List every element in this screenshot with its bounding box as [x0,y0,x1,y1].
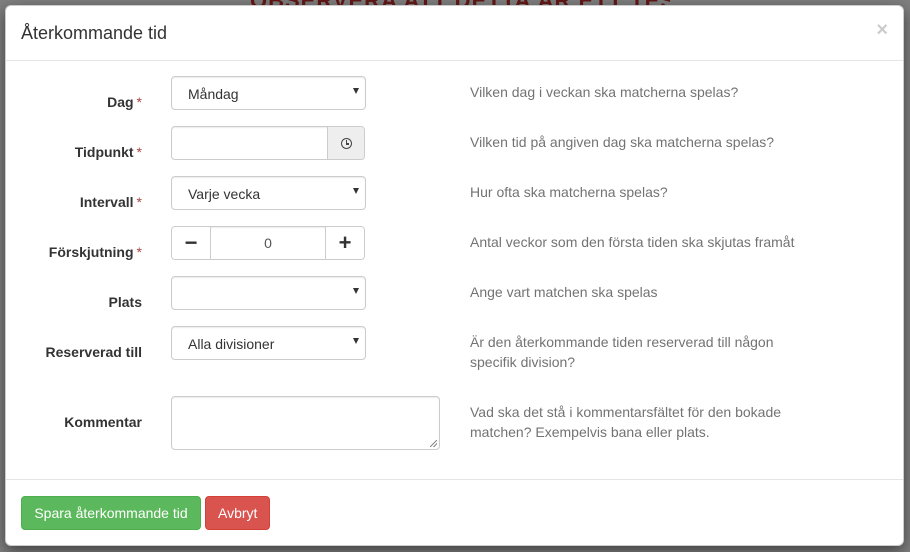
dag-select-value: Måndag [188,86,239,102]
intervall-help: Hur ofta ska matcherna spelas? [470,184,668,200]
tidpunkt-label: Tidpunkt * [6,142,142,162]
save-recurring-time-button[interactable]: Spara återkommande tid [21,496,201,530]
decrement-button[interactable]: − [172,227,211,259]
kommentar-textarea[interactable] [171,396,440,450]
intervall-label: Intervall * [6,192,142,212]
dag-label-text: Dag [107,94,134,110]
reserverad-select[interactable]: Alla divisioner [171,326,366,360]
required-marker: * [136,94,142,110]
plats-label: Plats [108,294,142,310]
required-marker: * [136,244,142,260]
plats-help: Ange vart matchen ska spelas [470,284,658,300]
dag-select[interactable]: Måndag [171,76,366,110]
intervall-label-text: Intervall [79,194,134,210]
caret-down-icon [353,88,359,94]
kommentar-help: Vad ska det stå i kommentarsfältet för d… [470,404,782,440]
caret-down-icon [353,188,359,194]
tidpunkt-input-group [171,126,365,160]
cancel-button[interactable]: Avbryt [205,496,270,530]
modal-footer: Spara återkommande tid Avbryt [6,479,903,545]
kommentar-label: Kommentar [64,414,142,430]
dag-label: Dag * [6,92,142,112]
reserverad-help: Är den återkommande tiden reserverad til… [470,334,774,370]
increment-button[interactable]: + [325,227,364,259]
close-button[interactable]: × [876,20,888,40]
tidpunkt-label-text: Tidpunkt [74,144,134,160]
tidpunkt-input[interactable] [172,127,327,159]
modal-body: Dag * Måndag Vilken dag i veckan ska matc… [6,61,903,481]
required-marker: * [136,194,142,210]
caret-down-icon [353,288,359,294]
intervall-select[interactable]: Varje vecka [171,176,366,210]
forskjutning-stepper: − 0 + [171,226,365,260]
required-marker: * [136,144,142,160]
reserverad-select-value: Alla divisioner [188,336,275,352]
tidpunkt-help: Vilken tid på angiven dag ska matcherna … [470,134,775,150]
forskjutning-label-text: Förskjutning [48,244,134,260]
forskjutning-input[interactable]: 0 [211,227,325,259]
intervall-select-value: Varje vecka [188,186,261,202]
modal-header: Återkommande tid × [6,6,903,61]
recurring-time-modal: Återkommande tid × Dag * Måndag Vilken da… [5,5,904,546]
forskjutning-help: Antal veckor som den första tiden ska sk… [470,234,795,250]
resize-grip-icon[interactable] [430,440,437,447]
modal-title: Återkommande tid [21,23,168,43]
caret-down-icon [353,338,359,344]
clock-icon [340,137,352,149]
plats-select[interactable] [171,276,366,310]
time-picker-button[interactable] [327,127,364,159]
forskjutning-label: Förskjutning * [6,242,142,262]
dag-help: Vilken dag i veckan ska matcherna spelas… [470,84,739,100]
reserverad-label: Reserverad till [45,344,143,360]
